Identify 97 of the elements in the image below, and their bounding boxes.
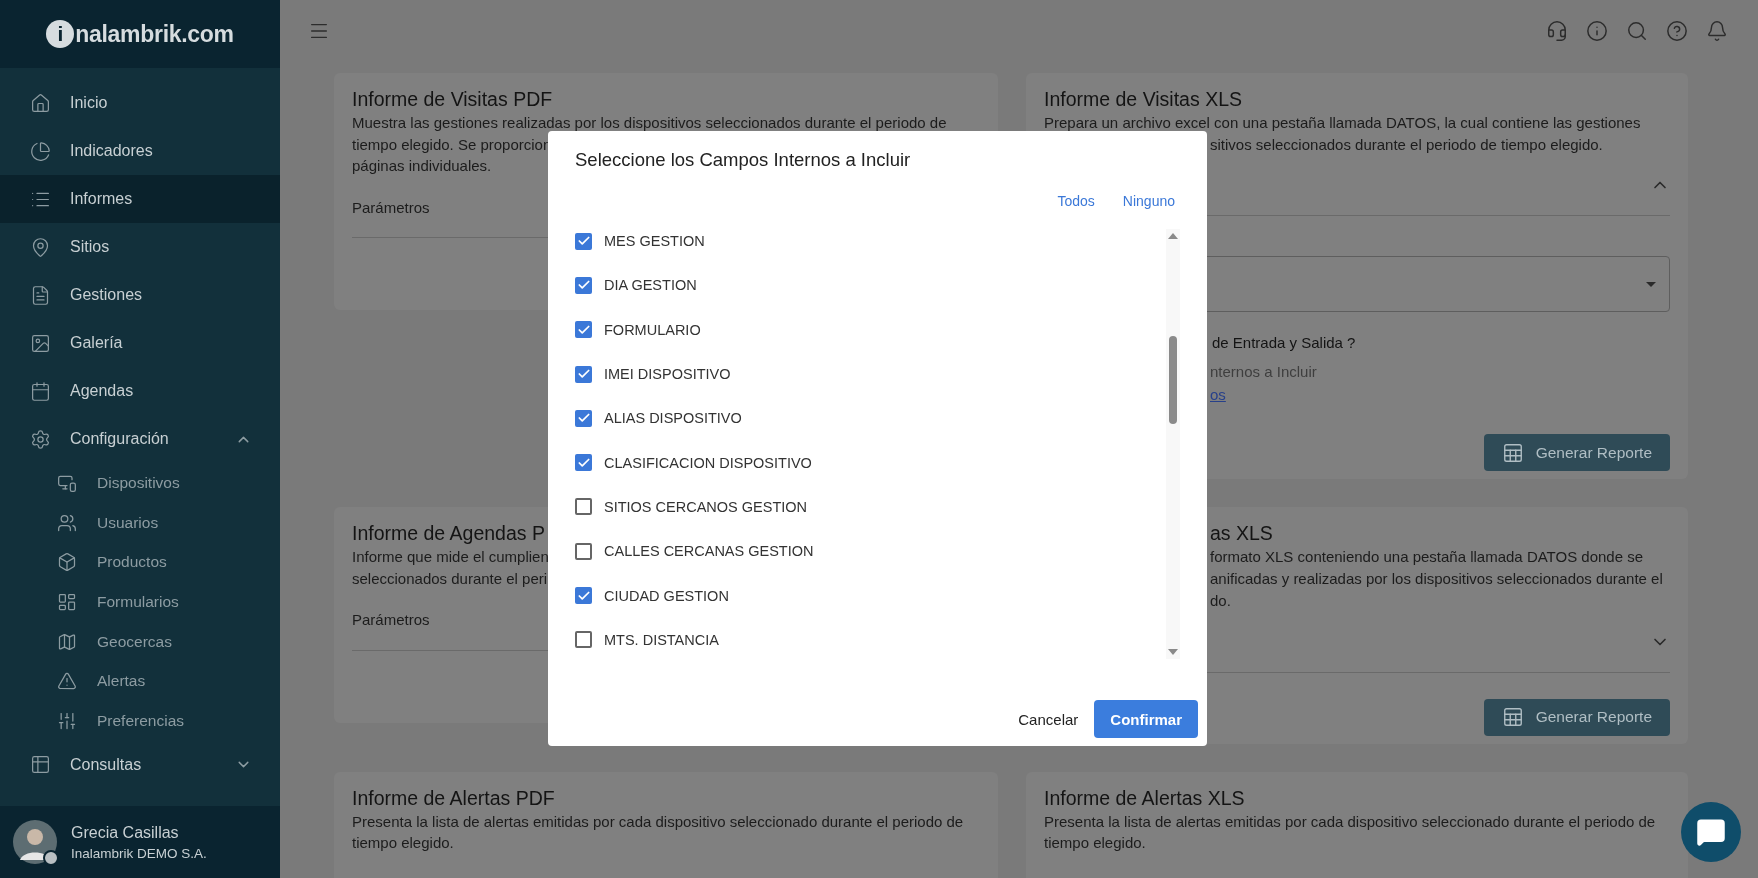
card-title: Informe de Alertas PDF [352,785,555,811]
scroll-up-arrow-icon[interactable] [1168,233,1178,239]
nav-item[interactable]: Consultas [0,740,280,789]
nav-item[interactable]: Gestiones [0,271,280,319]
card-title: Informe de Visitas PDF [352,87,553,112]
nav-subitem[interactable]: Formularios [0,582,280,622]
nav-item[interactable]: Indicadores [0,127,280,175]
checkbox-label: ALIAS DISPOSITIVO [604,410,742,427]
nav-item[interactable]: Informes [0,175,280,223]
help-icon[interactable] [1666,19,1688,42]
nav-icon [57,671,77,692]
nav-item[interactable]: Galería [0,319,280,367]
nav-subitem[interactable]: Alertas [0,661,280,702]
checkbox[interactable] [575,365,592,383]
checkbox-label: CLASIFICACION DISPOSITIVO [604,454,812,471]
card-title: Informe de Agendas P [352,521,545,547]
nav-subitem[interactable]: Productos [0,542,280,583]
select-action-link[interactable]: Ninguno [1122,193,1175,209]
nav-icon [30,332,51,354]
checkbox[interactable] [575,232,592,250]
select-action-link[interactable]: Todos [1057,193,1095,209]
headset-icon[interactable] [1546,19,1568,42]
checkbox[interactable] [575,454,592,472]
card-description: Presenta la lista de alertas emitidas por cada dispositivo seleccionado durante el periodo de [1044,811,1656,832]
checkbox-label: CALLES CERCANAS GESTION [604,543,814,560]
card-description: tiempo elegido. [1044,833,1146,854]
company-name: Inalambrik DEMO S.A. [71,845,207,861]
checkbox[interactable] [575,276,592,294]
scroll-down-arrow-icon[interactable] [1168,649,1178,655]
checkbox[interactable] [575,542,592,560]
card-description: Muestra las gestiones realizadas por los dispositivos seleccionados durante el periodo de [352,113,947,133]
nav-icon [57,512,77,533]
card-description: Presenta la lista de alertas emitidas por cada dispositivo seleccionado durante el periodo de [352,811,964,832]
nav-icon [57,552,77,573]
checkbox-label: DIA GESTION [604,277,697,294]
checkbox[interactable] [575,498,592,516]
card-title: Informe de Alertas XLS [1044,785,1245,811]
checkbox-label: FORMULARIO [604,321,701,338]
card-description: sitivos seleccionados durante el periodo de tiempo elegido. [1209,134,1603,155]
card-description: tiempo elegido. Se proporcion [352,134,552,155]
dropdown-caret-icon [1645,280,1657,288]
question-text: de Entrada y Salida ? [1212,334,1357,352]
nav-subitem[interactable]: Usuarios [0,502,280,543]
card-description: páginas individuales. [352,156,492,177]
spreadsheet-icon [1501,706,1524,728]
nav-icon [30,284,51,306]
nav-icon [30,140,51,162]
checkbox-label: CIUDAD GESTION [604,587,729,604]
card-description: formato XLS conteniendo una pestaña llamada DATOS donde se [1209,547,1644,568]
checkbox-label: MTS. DISTANCIA [604,631,719,648]
confirm-button[interactable]: Confirmar [1094,700,1198,738]
checkbox[interactable] [575,321,592,339]
nav-item[interactable]: Inicio [0,79,280,127]
card-title: as XLS [1209,521,1273,547]
dialog-title: Seleccione los Campos Internos a Incluir [574,148,912,172]
card-description: seleccionados durante el peri [352,569,548,590]
scrollbar[interactable] [1166,229,1180,659]
nav-icon [30,428,51,450]
checkbox-label: SITIOS CERCANOS GESTION [604,498,808,515]
checkbox[interactable] [575,409,592,427]
nav-icon [30,754,51,776]
spreadsheet-icon [1501,441,1524,464]
nav-item[interactable]: Agendas [0,367,280,415]
nav-subitem[interactable]: Geocercas [0,621,280,662]
card-description: anificadas y realizadas por los dispositivos seleccionados durante el [1209,569,1663,590]
search-icon[interactable] [1626,19,1648,42]
avatar[interactable] [13,820,57,864]
section-label: Parámetros [352,611,430,629]
nav-item[interactable]: Sitios [0,223,280,271]
checkbox-label: MES GESTION [604,233,705,250]
chat-bubble-icon [1696,817,1726,847]
generate-report-button[interactable]: Generar Reporte [1483,434,1670,472]
card-description: do. [1209,590,1231,611]
scrollbar-thumb[interactable] [1169,336,1177,424]
section-label: Parámetros [352,198,430,216]
info-icon[interactable] [1586,19,1608,42]
card-title: Informe de Visitas XLS [1044,87,1242,112]
field-label: nternos a Incluir [1210,363,1318,381]
nav-icon [30,92,51,114]
checkbox-label: IMEI DISPOSITIVO [604,366,731,383]
card-description: Prepara un archivo excel con una pestaña llamada DATOS, la cual contiene las gestiones [1044,113,1641,133]
nav-icon [57,631,77,652]
user-name: Grecia Casillas [71,823,180,842]
card-description: Informe que mide el cumplien [352,547,549,568]
nav-item[interactable]: Configuración [0,415,280,463]
nav-subitem[interactable]: Preferencias [0,701,280,741]
nav-icon [30,236,51,258]
cancel-button[interactable]: Cancelar [1018,704,1079,734]
generate-report-button[interactable]: Generar Reporte [1483,698,1670,736]
checkbox[interactable] [575,631,592,649]
nav-icon [57,710,77,731]
nav-subitem[interactable]: Dispositivos [0,463,280,503]
nav-icon [57,591,77,612]
nav-icon [30,380,51,402]
card-description: tiempo elegido. [352,833,454,854]
checkbox[interactable] [575,587,592,604]
bell-icon[interactable] [1706,19,1728,42]
